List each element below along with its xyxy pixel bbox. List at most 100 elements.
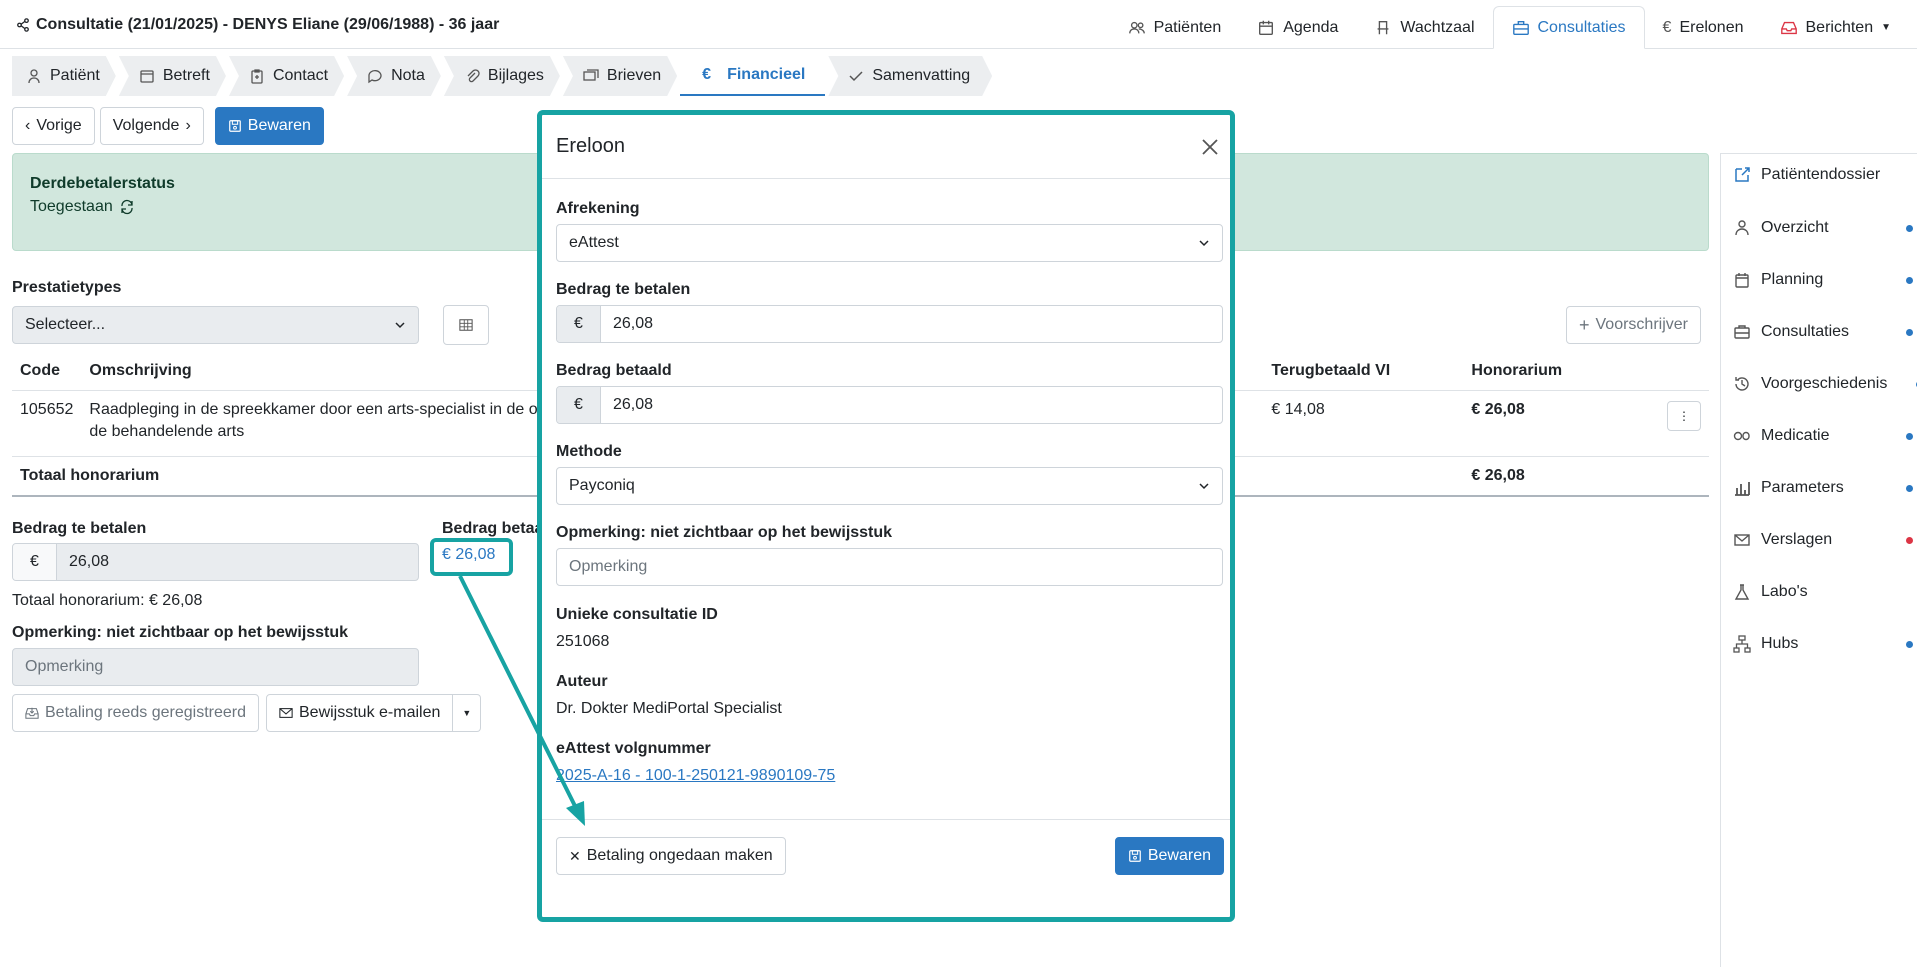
floppy-icon [1128, 850, 1141, 862]
nav-wachtzaal[interactable]: Wachtzaal [1356, 6, 1492, 49]
consultatie-id-value: 251068 [556, 633, 610, 650]
modal-title: Ereloon [556, 135, 625, 157]
te-betalen-value: 26,08 [69, 553, 110, 570]
betaald-label: Bedrag betaa [442, 520, 544, 537]
tab-patient[interactable]: Patiënt [12, 56, 116, 96]
sidebar-item-parameters[interactable]: Parameters [1733, 479, 1917, 497]
auteur-value: Dr. Dokter MediPortal Specialist [556, 700, 782, 717]
table-view-button[interactable] [443, 305, 489, 345]
sidebar-item-verslagen[interactable]: Verslagen [1733, 531, 1917, 549]
top-nav: Patiënten Agenda Wachtzaal Consultaties … [1110, 6, 1917, 49]
modal-te-betalen-value: 26,08 [613, 315, 654, 332]
mail-button-group: Bewijsstuk e-mailen ▼ [266, 694, 482, 732]
nav-consultaties[interactable]: Consultaties [1492, 6, 1645, 49]
mail-receipt-button[interactable]: Bewijsstuk e-mailen [266, 694, 454, 732]
caret-down-icon: ▼ [1881, 22, 1891, 33]
total-value: € 26,08 [1463, 456, 1631, 497]
nav-berichten[interactable]: Berichten ▼ [1762, 6, 1917, 49]
modal-betaald-input[interactable]: € 26,08 [556, 386, 1223, 424]
row-terug: € 14,08 [1263, 390, 1464, 457]
floppy-icon [228, 120, 241, 132]
undo-payment-button[interactable]: ✕ Betaling ongedaan maken [556, 837, 786, 875]
previous-button[interactable]: ‹ Vorige [12, 107, 95, 145]
modal-footer: ✕ Betaling ongedaan maken Bewaren [542, 819, 1230, 917]
external-edit-icon [1735, 167, 1750, 182]
close-icon[interactable] [1200, 137, 1220, 157]
opmerking-field[interactable]: Opmerking [12, 648, 419, 686]
next-button[interactable]: Volgende › [99, 107, 204, 145]
volgnummer-link[interactable]: 2025-A-16 - 100-1-250121-9890109-75 [556, 767, 835, 785]
briefcase-icon [1512, 20, 1529, 35]
tab-nota[interactable]: Nota [347, 56, 441, 96]
save-label: Bewaren [247, 117, 311, 134]
sidebar-item-planning[interactable]: Planning [1733, 271, 1917, 289]
afrekening-value: eAttest [569, 234, 619, 251]
nav-patienten[interactable]: Patiënten [1110, 6, 1240, 49]
modal-save-button[interactable]: Bewaren [1114, 837, 1224, 875]
methode-value: Payconiq [569, 477, 635, 494]
sidebar-label: Overzicht [1761, 219, 1829, 236]
status-dot [1906, 536, 1913, 544]
sidebar-item-consultaties[interactable]: Consultaties [1733, 323, 1917, 341]
status-dot [1906, 328, 1913, 336]
afrekening-select[interactable]: eAttest [556, 224, 1223, 262]
payment-registered-label: Betaling reeds geregistreerd [45, 704, 247, 721]
modal-te-betalen-input[interactable]: € 26,08 [556, 305, 1223, 343]
volgnummer-label: eAttest volgnummer [556, 740, 711, 757]
row-code: 105652 [12, 390, 82, 457]
modal-betaald-label: Bedrag betaald [556, 362, 672, 379]
sidebar-item-medicatie[interactable]: Medicatie [1733, 427, 1917, 445]
nav-erelonen[interactable]: € Erelonen [1645, 6, 1762, 49]
highlight-box [430, 538, 513, 576]
col-terug: Terugbetaald VI [1263, 352, 1464, 391]
previous-label: Vorige [36, 117, 82, 134]
status-dot [1906, 224, 1913, 232]
voorschrijver-button[interactable]: + Voorschrijver [1566, 306, 1701, 344]
tab-contact[interactable]: Contact [229, 56, 344, 96]
prestatie-label: Prestatietypes [12, 279, 122, 296]
chevron-left-icon: ‹ [25, 117, 31, 134]
prestatie-select[interactable]: Selecteer... [12, 306, 419, 344]
sidebar-label: Hubs [1761, 635, 1799, 652]
row-honorarium: € 26,08 [1463, 390, 1631, 457]
sidebar-item-hubs[interactable]: Hubs [1733, 635, 1917, 653]
sidebar-item-voorgeschiedenis[interactable]: Voorgeschiedenis [1733, 375, 1917, 393]
alert-status: Toegestaan [30, 198, 113, 215]
envelope-icon [279, 708, 293, 718]
refresh-icon[interactable] [119, 199, 135, 215]
sidebar-item-patientendossier[interactable]: Patiëntendossier [1733, 166, 1880, 184]
sidebar-label: Parameters [1761, 479, 1844, 496]
calendar-icon [139, 68, 155, 84]
top-bar: Consultatie (21/01/2025) - DENYS Eliane … [0, 0, 1917, 49]
patient-sidebar: Patiëntendossier Overzicht Planning Cons… [1720, 153, 1917, 967]
nav-agenda[interactable]: Agenda [1239, 6, 1356, 49]
inbox-download-icon [25, 707, 39, 719]
sidebar-item-labos[interactable]: Labo's [1733, 583, 1917, 601]
tab-label: Brieven [606, 67, 662, 84]
tab-financieel[interactable]: € Financieel [680, 56, 826, 96]
modal-te-betalen-label: Bedrag te betalen [556, 281, 691, 298]
sidebar-item-overzicht[interactable]: Overzicht [1733, 219, 1917, 237]
methode-select[interactable]: Payconiq [556, 467, 1223, 505]
sidebar-label: Labo's [1761, 583, 1808, 600]
sidebar-label: Medicatie [1761, 427, 1830, 444]
save-button[interactable]: Bewaren [214, 107, 324, 145]
tab-label: Bijlages [487, 67, 544, 84]
mail-dropdown-button[interactable]: ▼ [453, 694, 482, 732]
share-icon [17, 18, 29, 32]
row-menu-button[interactable]: ⋮ [1667, 401, 1701, 431]
euro-addon: € [557, 387, 601, 423]
tab-bijlages[interactable]: Bijlages [444, 56, 560, 96]
nav-label: Erelonen [1679, 18, 1744, 36]
pills-icon [1733, 431, 1750, 441]
methode-label: Methode [556, 443, 622, 460]
tab-samenvatting[interactable]: Samenvatting [828, 56, 992, 96]
tab-label: Patiënt [50, 67, 100, 84]
tab-betreft[interactable]: Betreft [119, 56, 226, 96]
users-icon [1128, 21, 1145, 33]
nav-label: Wachtzaal [1400, 18, 1475, 36]
next-label: Volgende [112, 117, 180, 134]
modal-opmerking-textarea[interactable]: Opmerking [556, 548, 1223, 586]
tab-brieven[interactable]: Brieven [563, 56, 677, 96]
payment-registered-button[interactable]: Betaling reeds geregistreerd [12, 694, 260, 732]
